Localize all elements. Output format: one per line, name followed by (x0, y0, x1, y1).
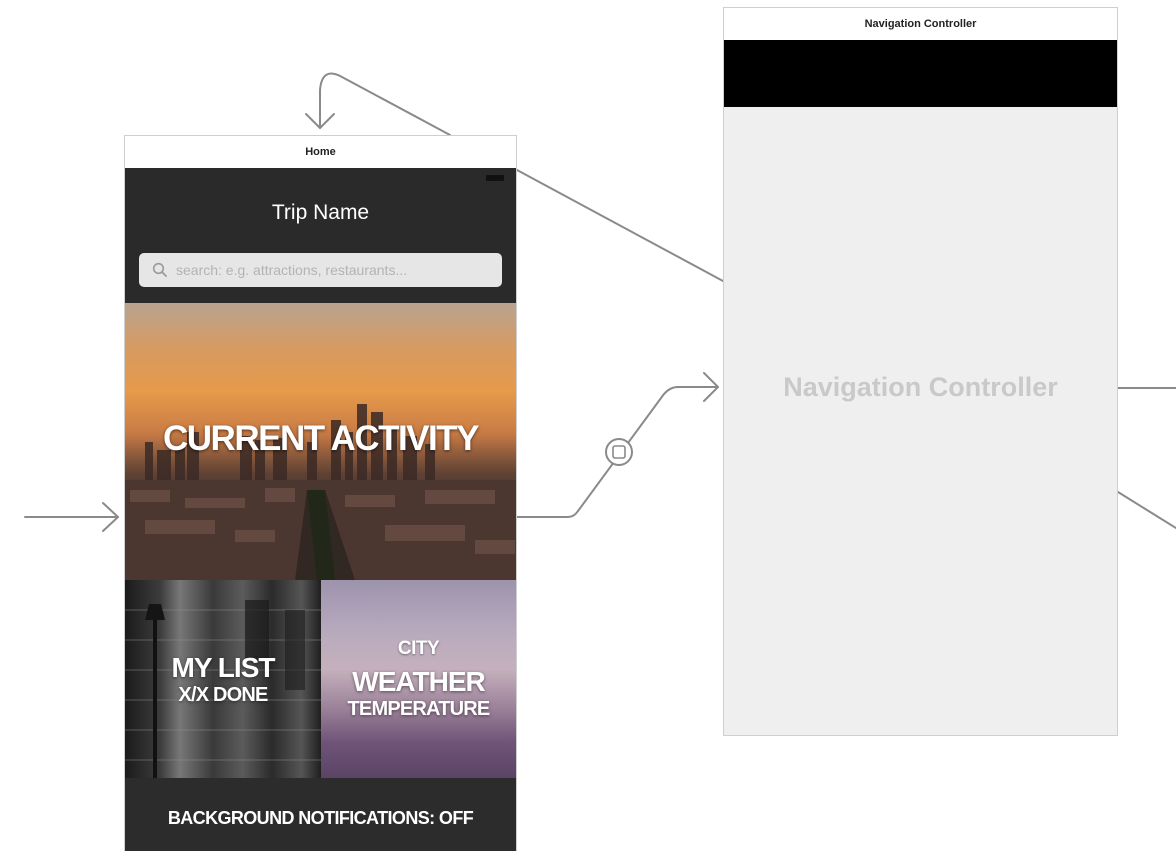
weather-tile[interactable]: CITY WEATHER TEMPERATURE (321, 580, 516, 778)
home-view: Trip Name search: e.g. attractions, rest… (125, 168, 516, 851)
background-notifications-toggle[interactable]: BACKGROUND NOTIFICATIONS: OFF (125, 778, 516, 851)
my-list-progress-label: X/X DONE (178, 683, 268, 706)
weather-label: WEATHER (352, 665, 485, 697)
nav-out-line-2 (1117, 491, 1176, 529)
storyboard-canvas: Home Trip Name search: e.g. attractions,… (0, 0, 1176, 851)
home-scene-title: Home (125, 136, 516, 169)
temperature-label: TEMPERATURE (347, 697, 491, 720)
navigation-controller-scene[interactable]: Navigation Controller Navigation Control… (723, 7, 1118, 736)
battery-icon (486, 175, 504, 181)
home-scene[interactable]: Home Trip Name search: e.g. attractions,… (124, 135, 517, 851)
search-icon (152, 262, 167, 277)
navigation-controller-scene-title: Navigation Controller (724, 8, 1117, 41)
current-activity-label: CURRENT ACTIVITY (163, 418, 479, 458)
search-bar[interactable]: search: e.g. attractions, restaurants... (139, 253, 502, 287)
current-activity-tile[interactable]: CURRENT ACTIVITY (125, 303, 516, 580)
segue-icon (605, 438, 633, 466)
root-relationship-line (516, 169, 724, 282)
search-placeholder: search: e.g. attractions, restaurants... (176, 262, 408, 278)
navigation-bar (724, 40, 1117, 107)
navigation-controller-placeholder: Navigation Controller (783, 372, 1058, 402)
loop-line (319, 72, 451, 136)
trip-name-title: Trip Name (271, 201, 370, 224)
my-list-label: MY LIST (171, 651, 276, 683)
city-skyline-image (125, 404, 516, 580)
navigation-controller-view: Navigation Controller (724, 107, 1117, 735)
city-label: CITY (397, 637, 440, 659)
my-list-tile[interactable]: MY LIST X/X DONE (125, 580, 321, 778)
